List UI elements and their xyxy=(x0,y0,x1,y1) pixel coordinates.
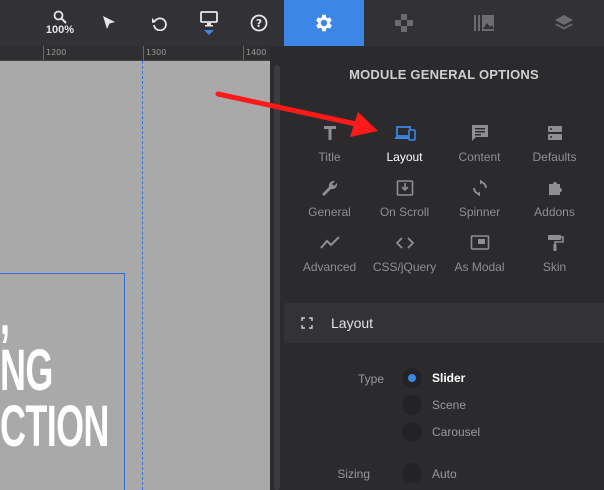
help-button[interactable]: ? xyxy=(246,0,272,46)
type-option-slider[interactable]: Slider xyxy=(432,371,465,385)
type-radio-scene[interactable] xyxy=(402,395,422,415)
option-layout[interactable]: Layout xyxy=(367,124,442,172)
defaults-icon xyxy=(547,126,562,140)
wrench-icon xyxy=(321,180,337,196)
panel-title: MODULE GENERAL OPTIONS xyxy=(349,67,539,82)
panel-tabs xyxy=(284,0,604,46)
sizing-option-auto[interactable]: Auto xyxy=(432,467,457,481)
option-label: Defaults xyxy=(532,150,577,164)
content-icon xyxy=(471,125,488,141)
code-icon xyxy=(395,237,414,249)
gear-icon xyxy=(316,14,332,32)
help-icon: ? xyxy=(250,14,268,32)
option-spinner[interactable]: Spinner xyxy=(442,179,517,227)
canvas-scroll-thumb[interactable] xyxy=(274,65,280,490)
option-label: Advanced xyxy=(302,260,357,274)
device-dropdown-indicator xyxy=(204,30,214,35)
horizontal-ruler: 1200 1300 1400 xyxy=(0,46,270,61)
option-label: Content xyxy=(458,150,501,164)
gallery-icon xyxy=(474,15,494,31)
canvas-text-layer[interactable]: , NG CTION xyxy=(0,282,109,459)
option-label: On Scroll xyxy=(379,205,430,219)
tab-addons[interactable] xyxy=(364,0,444,46)
ruler-label: 1300 xyxy=(146,48,167,57)
modal-icon xyxy=(470,235,489,250)
expand-icon xyxy=(301,317,313,329)
tab-module-settings[interactable] xyxy=(284,0,364,46)
editor-toolbar: 100% ? xyxy=(0,0,284,46)
editor-canvas[interactable]: , NG CTION xyxy=(0,61,270,490)
skin-icon xyxy=(547,235,564,251)
option-label: General xyxy=(308,205,351,219)
option-advanced[interactable]: Advanced xyxy=(292,234,367,282)
select-tool-button[interactable] xyxy=(96,0,122,46)
section-title: Layout xyxy=(331,315,374,331)
radio-selected-dot xyxy=(408,374,416,382)
option-label: CSS/jQuery xyxy=(372,260,437,274)
type-radio-slider[interactable] xyxy=(402,368,422,388)
ruler-label: 1400 xyxy=(246,48,267,57)
option-defaults[interactable]: Defaults xyxy=(517,124,592,172)
text-line: NG xyxy=(0,338,53,403)
desktop-icon xyxy=(200,11,218,27)
option-content[interactable]: Content xyxy=(442,124,517,172)
options-panel: MODULE GENERAL OPTIONS Title Layout Cont… xyxy=(284,0,604,490)
sizing-label: Sizing xyxy=(337,467,370,481)
option-label: Title xyxy=(318,150,341,164)
addons-icon xyxy=(548,182,562,195)
advanced-icon xyxy=(319,236,340,249)
type-radio-carousel[interactable] xyxy=(402,422,422,442)
scroll-icon xyxy=(396,180,413,196)
layout-icon xyxy=(394,126,416,141)
option-addons[interactable]: Addons xyxy=(517,179,592,227)
option-as-modal[interactable]: As Modal xyxy=(442,234,517,282)
option-title[interactable]: Title xyxy=(292,124,367,172)
option-on-scroll[interactable]: On Scroll xyxy=(367,179,442,227)
spinner-icon xyxy=(472,179,487,197)
device-desktop-button[interactable] xyxy=(194,0,224,46)
zoom-level: 100% xyxy=(45,24,75,36)
zoom-icon xyxy=(53,10,67,24)
zoom-control[interactable]: 100% xyxy=(44,0,76,46)
option-css-jquery[interactable]: CSS/jQuery xyxy=(367,234,442,282)
ruler-label: 1200 xyxy=(46,48,67,57)
tab-layers[interactable] xyxy=(524,0,604,46)
puzzle-icon xyxy=(395,14,413,32)
option-skin[interactable]: Skin xyxy=(517,234,592,282)
guide-line xyxy=(142,61,143,490)
option-label: Skin xyxy=(542,260,567,274)
type-label: Type xyxy=(357,372,384,386)
option-label: Addons xyxy=(534,205,575,219)
option-general[interactable]: General xyxy=(292,179,367,227)
type-option-scene[interactable]: Scene xyxy=(432,398,466,412)
undo-icon xyxy=(152,17,167,31)
layers-icon xyxy=(555,15,573,30)
option-label: Spinner xyxy=(458,205,501,219)
svg-text:?: ? xyxy=(256,17,262,30)
option-label: As Modal xyxy=(454,260,505,274)
sizing-radio-auto[interactable] xyxy=(402,463,422,483)
type-option-carousel[interactable]: Carousel xyxy=(432,425,480,439)
title-icon xyxy=(323,126,336,140)
layout-section-header[interactable]: Layout xyxy=(284,303,604,343)
undo-button[interactable] xyxy=(146,0,172,46)
text-line: , xyxy=(0,282,10,347)
option-label: Layout xyxy=(386,150,423,164)
tab-media-library[interactable] xyxy=(444,0,524,46)
select-arrow-icon xyxy=(103,16,115,29)
text-line: CTION xyxy=(0,394,109,459)
